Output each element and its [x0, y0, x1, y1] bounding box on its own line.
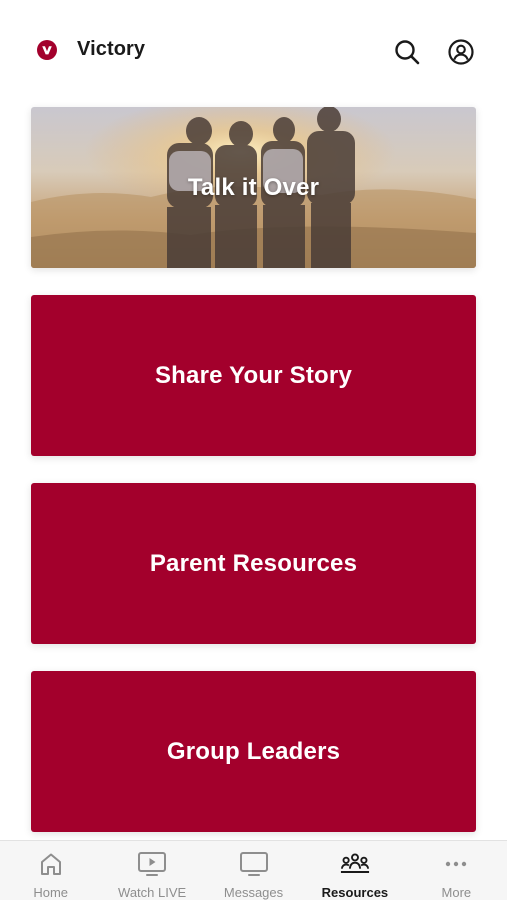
- card-label: Group Leaders: [166, 737, 341, 765]
- profile-icon[interactable]: [447, 38, 475, 66]
- app-header: Victory: [0, 0, 507, 100]
- tab-home[interactable]: Home: [0, 841, 101, 900]
- parent-resources-card[interactable]: Parent Resources: [31, 483, 476, 644]
- bottom-tab-bar: Home Watch LIVE Messages Resources More: [0, 840, 507, 900]
- tab-watch-live[interactable]: Watch LIVE: [101, 841, 202, 900]
- more-dots-icon: [441, 851, 471, 877]
- card-label: Parent Resources: [149, 549, 358, 577]
- brand[interactable]: Victory: [36, 38, 145, 61]
- group-leaders-card[interactable]: Group Leaders: [31, 671, 476, 832]
- card-label: Talk it Over: [187, 173, 320, 201]
- tab-more[interactable]: More: [406, 841, 507, 900]
- tab-label: Home: [33, 885, 69, 900]
- share-your-story-card[interactable]: Share Your Story: [31, 295, 476, 456]
- monitor-icon: [239, 851, 269, 877]
- card-label: Share Your Story: [154, 361, 353, 389]
- search-icon[interactable]: [393, 38, 421, 66]
- play-screen-icon: [137, 851, 167, 877]
- tab-resources[interactable]: Resources: [304, 841, 405, 900]
- header-actions: [393, 38, 475, 66]
- victory-logo-icon: [36, 39, 58, 61]
- tab-label: Messages: [223, 885, 284, 900]
- app-title: Victory: [77, 38, 146, 60]
- tab-label: Watch LIVE: [118, 885, 187, 900]
- tab-label: More: [441, 885, 472, 900]
- app-screen: Victory Talk it Over Share Your Story Pa…: [0, 0, 507, 900]
- tab-messages[interactable]: Messages: [203, 841, 304, 900]
- talk-it-over-card[interactable]: Talk it Over: [31, 107, 476, 268]
- group-icon: [340, 851, 370, 877]
- home-icon: [36, 851, 66, 877]
- tab-label: Resources: [321, 885, 389, 900]
